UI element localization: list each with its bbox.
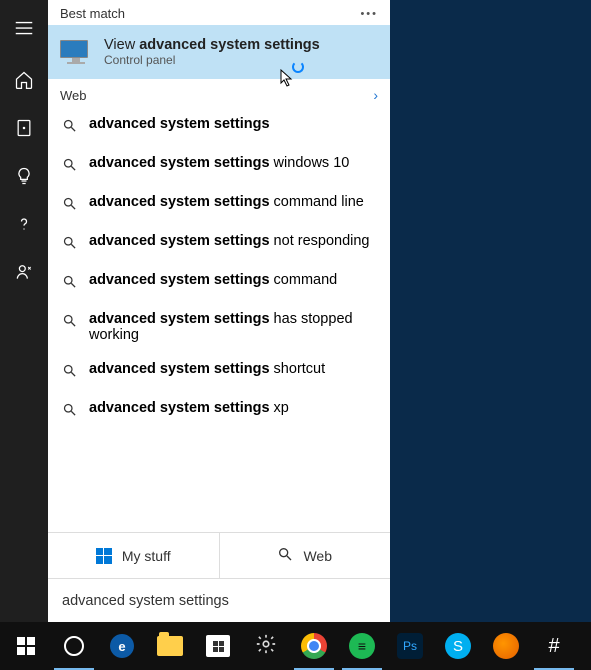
- sidebar-notebook[interactable]: [0, 104, 48, 152]
- edge-icon: e: [110, 634, 134, 658]
- search-icon: [62, 402, 77, 421]
- lightbulb-icon: [14, 166, 34, 186]
- taskbar-settings[interactable]: [242, 622, 290, 670]
- chrome-icon: [301, 633, 327, 659]
- sidebar-feedback[interactable]: [0, 248, 48, 296]
- suggestion-text: advanced system settings command: [89, 272, 337, 288]
- web-label: Web: [60, 88, 87, 103]
- taskbar-slack[interactable]: #: [530, 622, 578, 670]
- web-suggestion[interactable]: advanced system settings has stopped wor…: [48, 302, 390, 352]
- best-match-title-bold: advanced system settings: [139, 37, 320, 53]
- taskbar-chrome[interactable]: [290, 622, 338, 670]
- folder-icon: [157, 636, 183, 656]
- spotify-icon: ≡: [349, 633, 375, 659]
- search-icon: [62, 235, 77, 254]
- web-suggestion[interactable]: advanced system settings xp: [48, 391, 390, 430]
- cortana-sidebar: [0, 0, 48, 622]
- taskbar-skype[interactable]: S: [434, 622, 482, 670]
- web-header: Web ›: [48, 79, 390, 107]
- web-suggestion[interactable]: advanced system settings shortcut: [48, 352, 390, 391]
- suggestion-text: advanced system settings windows 10: [89, 155, 349, 171]
- web-suggestion[interactable]: advanced system settings command: [48, 263, 390, 302]
- search-icon: [62, 274, 77, 293]
- best-match-header: Best match •••: [48, 0, 390, 25]
- sidebar-help[interactable]: [0, 200, 48, 248]
- search-input-row: [48, 578, 390, 622]
- person-icon: [14, 262, 34, 282]
- skype-icon: S: [445, 633, 471, 659]
- search-scope-row: My stuff Web: [48, 532, 390, 578]
- store-icon: [206, 635, 230, 657]
- windows-logo-icon: [96, 548, 112, 564]
- taskbar-cortana[interactable]: [50, 622, 98, 670]
- search-icon: [62, 118, 77, 137]
- question-icon: [14, 214, 34, 234]
- system-settings-icon: [60, 40, 92, 64]
- taskbar: e ≡ Ps S #: [0, 622, 591, 670]
- scope-mystuff-button[interactable]: My stuff: [48, 533, 219, 578]
- notebook-icon: [14, 118, 34, 138]
- search-icon: [62, 196, 77, 215]
- suggestion-text: advanced system settings shortcut: [89, 361, 325, 377]
- suggestion-text: advanced system settings: [89, 116, 270, 132]
- web-suggestion[interactable]: advanced system settings command line: [48, 185, 390, 224]
- start-icon: [17, 637, 35, 655]
- best-match-text: View advanced system settings Control pa…: [104, 37, 320, 67]
- taskbar-spotify[interactable]: ≡: [338, 622, 386, 670]
- web-suggestion[interactable]: advanced system settings not responding: [48, 224, 390, 263]
- search-icon: [62, 363, 77, 382]
- scope-web-button[interactable]: Web: [219, 533, 391, 578]
- taskbar-start[interactable]: [2, 622, 50, 670]
- sidebar-home[interactable]: [0, 56, 48, 104]
- sidebar-tips[interactable]: [0, 152, 48, 200]
- web-suggestion[interactable]: advanced system settings: [48, 107, 390, 146]
- slack-icon: #: [548, 635, 559, 658]
- hamburger-menu[interactable]: [0, 4, 48, 52]
- taskbar-firefox[interactable]: [482, 622, 530, 670]
- firefox-icon: [493, 633, 519, 659]
- taskbar-file-explorer[interactable]: [146, 622, 194, 670]
- search-input[interactable]: [62, 593, 376, 609]
- suggestion-text: advanced system settings xp: [89, 400, 289, 416]
- search-icon: [62, 313, 77, 332]
- cortana-icon: [64, 636, 84, 656]
- web-suggestion[interactable]: advanced system settings windows 10: [48, 146, 390, 185]
- gear-icon: [255, 633, 277, 660]
- scope-web-label: Web: [303, 548, 332, 564]
- taskbar-edge[interactable]: e: [98, 622, 146, 670]
- more-options-icon[interactable]: •••: [360, 8, 378, 20]
- taskbar-photoshop[interactable]: Ps: [386, 622, 434, 670]
- chevron-right-icon[interactable]: ›: [373, 87, 378, 103]
- best-match-subtitle: Control panel: [104, 53, 320, 67]
- search-icon: [277, 546, 293, 565]
- best-match-title-prefix: View: [104, 37, 139, 53]
- hamburger-icon: [13, 17, 35, 39]
- photoshop-icon: Ps: [397, 633, 423, 659]
- best-match-label: Best match: [60, 6, 125, 21]
- taskbar-store[interactable]: [194, 622, 242, 670]
- scope-mystuff-label: My stuff: [122, 548, 171, 564]
- web-suggestions-list: advanced system settings advanced system …: [48, 107, 390, 532]
- search-icon: [62, 157, 77, 176]
- suggestion-text: advanced system settings has stopped wor…: [89, 311, 376, 343]
- suggestion-text: advanced system settings not responding: [89, 233, 370, 249]
- best-match-result[interactable]: View advanced system settings Control pa…: [48, 25, 390, 79]
- home-icon: [14, 70, 34, 90]
- search-panel: Best match ••• View advanced system sett…: [48, 0, 390, 622]
- suggestion-text: advanced system settings command line: [89, 194, 364, 210]
